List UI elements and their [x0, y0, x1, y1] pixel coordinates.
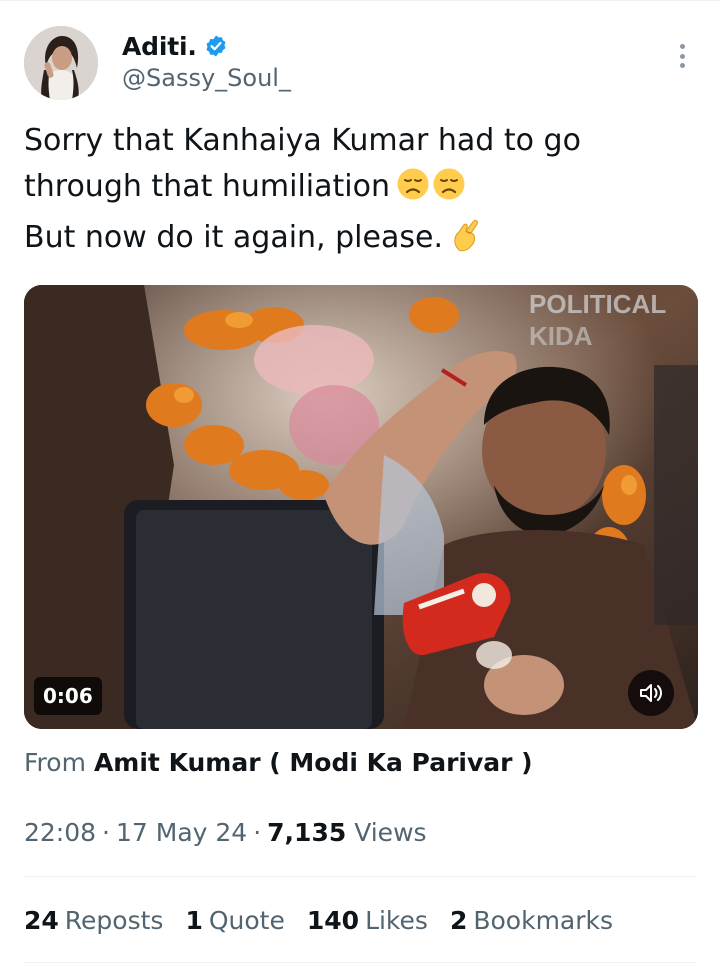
stats-top-divider [24, 876, 696, 877]
tweet-line-3: But now do it again, please. [24, 220, 443, 255]
stats-bottom-divider [24, 962, 696, 963]
reposts-count: 24 [24, 905, 59, 935]
engagement-stats: 24 Reposts 1 Quote 140 Likes 2 Bookmarks [24, 902, 635, 938]
svg-text:KIDA: KIDA [529, 321, 593, 351]
meta-separator: · [102, 818, 110, 847]
quotes-count: 1 [185, 905, 203, 935]
author-display-name[interactable]: Aditi. [122, 32, 197, 61]
video-source-row: From Amit Kumar ( Modi Ka Parivar ) [24, 748, 533, 784]
views-count: 7,135 [267, 818, 347, 847]
tweet-line-2: through that humiliation [24, 169, 390, 204]
verified-badge-icon [204, 34, 228, 58]
reposts-stat[interactable]: 24 Reposts [24, 906, 163, 935]
top-divider [0, 0, 720, 1]
likes-stat[interactable]: 140 Likes [307, 906, 428, 935]
tweet-line-2-wrap: through that humiliation [24, 164, 694, 215]
views-label: Views [354, 818, 427, 847]
video-frame: POLITICAL KIDA [24, 285, 698, 729]
quotes-label: Quote [208, 905, 285, 935]
speaker-icon[interactable] [628, 670, 674, 716]
bookmarks-stat[interactable]: 2 Bookmarks [450, 906, 613, 935]
bookmarks-count: 2 [449, 905, 468, 935]
avatar-photo [24, 26, 98, 100]
more-options-icon[interactable] [668, 40, 696, 72]
author-avatar[interactable] [24, 26, 98, 100]
tweet-text: Sorry that Kanhaiya Kumar had to go thro… [24, 118, 694, 266]
tweet-line-3-wrap: But now do it again, please. [24, 215, 694, 266]
meta-separator: · [253, 818, 262, 847]
tweet-time[interactable]: 22:08 [24, 818, 96, 847]
likes-label: Likes [365, 905, 428, 935]
author-handle[interactable]: @Sassy_Soul_ [122, 64, 291, 92]
tweet-date[interactable]: 17 May 24 [116, 818, 247, 847]
bookmarks-label: Bookmarks [473, 905, 614, 935]
disappointed-face-icon [396, 167, 430, 215]
disappointed-face-icon [432, 167, 466, 215]
tweet-line-1: Sorry that Kanhaiya Kumar had to go [24, 123, 581, 158]
tweet-meta-row: 22:08 · 17 May 24 · 7,135 Views [24, 818, 427, 854]
source-prefix: From [24, 748, 86, 777]
watermark-text: POLITICAL [529, 289, 666, 319]
quotes-stat[interactable]: 1 Quote [185, 906, 284, 935]
source-account-link[interactable]: Amit Kumar ( Modi Ka Parivar ) [94, 748, 533, 777]
video-player[interactable]: POLITICAL KIDA [24, 285, 698, 729]
pinching-hand-icon [449, 216, 483, 266]
likes-count: 140 [306, 905, 360, 935]
video-duration-badge: 0:06 [34, 677, 102, 715]
author-name-row[interactable]: Aditi. [122, 30, 228, 62]
reposts-label: Reposts [64, 905, 164, 935]
